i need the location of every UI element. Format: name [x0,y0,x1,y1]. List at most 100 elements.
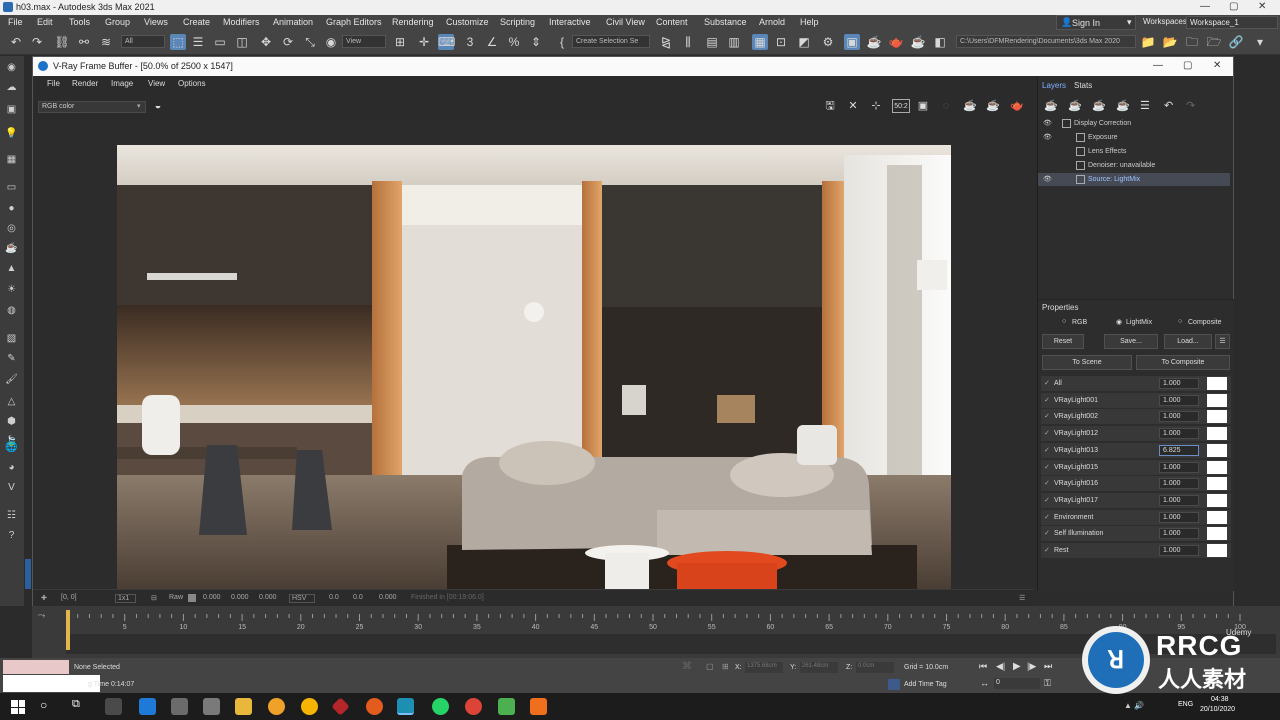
menu-arnold[interactable]: Arnold [759,17,785,27]
curve-editor-icon[interactable]: ▦ [752,34,768,50]
color-picker-icon[interactable]: ◒ [151,99,165,113]
link-asset-icon[interactable]: 🔗 [1228,34,1244,50]
minimize-button[interactable]: — [1200,1,1210,12]
lightmix-row[interactable]: ✓ VRayLight016 1.000 [1041,476,1231,492]
align-icon[interactable]: ⫼ [680,34,696,50]
viewport-scrollbar[interactable] [25,559,31,589]
snaps-toggle-icon[interactable]: 3 [462,34,478,50]
menu-views[interactable]: Views [144,17,168,27]
render-icon[interactable]: 🫖 [1010,99,1024,113]
globe-icon[interactable]: 🌐 [4,442,19,454]
reference-coordinate-dropdown[interactable]: View [342,35,386,48]
light-color-swatch[interactable] [1207,393,1227,407]
redo-icon[interactable]: ↷ [1186,99,1195,112]
cubes-icon[interactable]: ⬢ [4,416,19,428]
lightmix-row[interactable]: ✓ VRayLight015 1.000 [1041,459,1231,475]
menu-scripting[interactable]: Scripting [500,17,535,27]
maxscript-mini[interactable] [3,675,100,692]
light-color-swatch[interactable] [1207,377,1227,390]
cloud-icon[interactable]: ☁ [4,82,19,94]
camtasia-icon[interactable] [498,698,515,715]
menu-graph-editors[interactable]: Graph Editors [326,17,382,27]
redo-icon[interactable]: ↷ [29,34,45,50]
cone-icon[interactable]: ▲ [4,263,19,275]
corona-icon[interactable] [530,698,547,715]
render-setup-icon[interactable]: ⚙ [820,34,836,50]
light-color-swatch[interactable] [1207,410,1227,424]
layer-explorer-icon[interactable]: ▥ [726,34,742,50]
system-tray-icons[interactable]: ▲ 🔊 [1124,701,1144,710]
select-by-name-icon[interactable]: ☰ [190,34,206,50]
add-layer-icon[interactable]: ☕ [1044,99,1058,112]
z-field[interactable]: 0.0cm [856,662,894,673]
save-layers-icon[interactable]: ☕ [1092,99,1106,112]
check-icon[interactable]: ✓ [1044,393,1050,408]
menu-edit[interactable]: Edit [37,17,53,27]
render-production-icon[interactable]: ☕ [866,34,882,50]
layer-row[interactable]: 👁 Display Correction [1038,117,1230,130]
window-crossing-icon[interactable]: ◫ [234,34,250,50]
light-multiplier-input[interactable]: 1.000 [1159,394,1199,406]
menu-civil-view[interactable]: Civil View [606,17,645,27]
clock-date[interactable]: 20/10/2020 [1200,706,1235,713]
selection-filter-dropdown[interactable]: All [121,35,165,48]
time-config-icon[interactable]: ↔ [980,678,989,688]
spinner-snap-icon[interactable]: ⇕ [528,34,544,50]
project-path-field[interactable]: C:\Users\DFMRendering\Documents\3ds Max … [956,35,1136,48]
channel-dropdown[interactable]: RGB color ▾ [38,101,146,113]
lock-selection-icon[interactable]: ▢ [706,662,714,671]
check-icon[interactable]: ✓ [1044,476,1050,491]
previous-frame-icon[interactable]: ◀| [996,661,1005,672]
chrome-icon[interactable] [465,698,482,715]
current-frame-field[interactable]: 0 [994,678,1040,689]
diamond-app-icon[interactable] [331,697,350,716]
play-icon[interactable]: ▶ [1013,661,1021,672]
light-color-swatch[interactable] [1207,510,1227,524]
menu-interactive[interactable]: Interactive [549,17,591,27]
teapot-icon[interactable]: ☕ [4,243,19,255]
coords-mode-icon[interactable]: ⊞ [722,662,729,671]
lightmix-row[interactable]: ✓ Rest 1.000 [1041,543,1231,558]
expand-icon[interactable]: ☰ [1019,594,1025,602]
track-mouse-icon[interactable]: ◌ [939,99,953,113]
light-color-swatch[interactable] [1207,427,1227,441]
task-view-icon[interactable]: ⧉ [72,698,80,711]
y-field[interactable]: 261.48cm [800,662,838,673]
lightmix-row[interactable]: ✓ VRayLight001 1.000 [1041,392,1231,408]
layer-row[interactable]: 👁 Source: LightMix [1038,173,1230,186]
tab-stats[interactable]: Stats [1074,81,1092,90]
search-icon[interactable]: ○ [40,698,47,712]
lightmix-row[interactable]: ✓ All 1.000 [1041,376,1231,391]
layer-list-icon[interactable]: ☰ [1140,99,1150,112]
load-layers-icon[interactable]: ☕ [1116,99,1130,112]
render-iterative-icon[interactable]: 🫖 [888,34,904,50]
light-multiplier-input[interactable]: 1.000 [1159,461,1199,473]
search-app-icon[interactable] [268,698,285,715]
render-last-icon[interactable]: ☕ [963,99,977,113]
vfb-menu-view[interactable]: View [148,79,165,88]
check-icon[interactable]: ✓ [1044,543,1050,558]
edit-named-selection-icon[interactable]: { [554,34,570,50]
zoom-50-icon[interactable]: 50:2 [892,99,910,113]
menu-customize[interactable]: Customize [446,17,489,27]
rotate-icon[interactable]: ⟳ [280,34,296,50]
time-slider[interactable] [66,610,70,650]
menu-animation[interactable]: Animation [273,17,313,27]
check-icon[interactable]: ✓ [1044,376,1050,391]
hatch-icon[interactable]: ▧ [4,333,19,345]
color-mode-dropdown[interactable]: HSV [289,594,316,603]
bulb-icon[interactable]: 💡 [4,128,19,140]
layer-row[interactable]: Lens Effects [1038,145,1230,158]
go-to-end-icon[interactable]: ⏭ [1044,661,1052,672]
menu-modifiers[interactable]: Modifiers [223,17,260,27]
time-tag-icon[interactable] [888,679,900,690]
eye-icon[interactable]: 👁 [1043,173,1052,186]
maximize-button[interactable]: ▢ [1229,1,1238,12]
vfb-minimize-button[interactable]: — [1153,60,1163,71]
clear-image-icon[interactable]: ✕ [846,99,860,113]
check-icon[interactable]: ✓ [1044,526,1050,541]
menu-rendering[interactable]: Rendering [392,17,434,27]
interactive-render-icon[interactable]: ☕ [986,99,1000,113]
check-icon[interactable]: ✓ [1044,426,1050,441]
light-color-swatch[interactable] [1207,544,1227,557]
